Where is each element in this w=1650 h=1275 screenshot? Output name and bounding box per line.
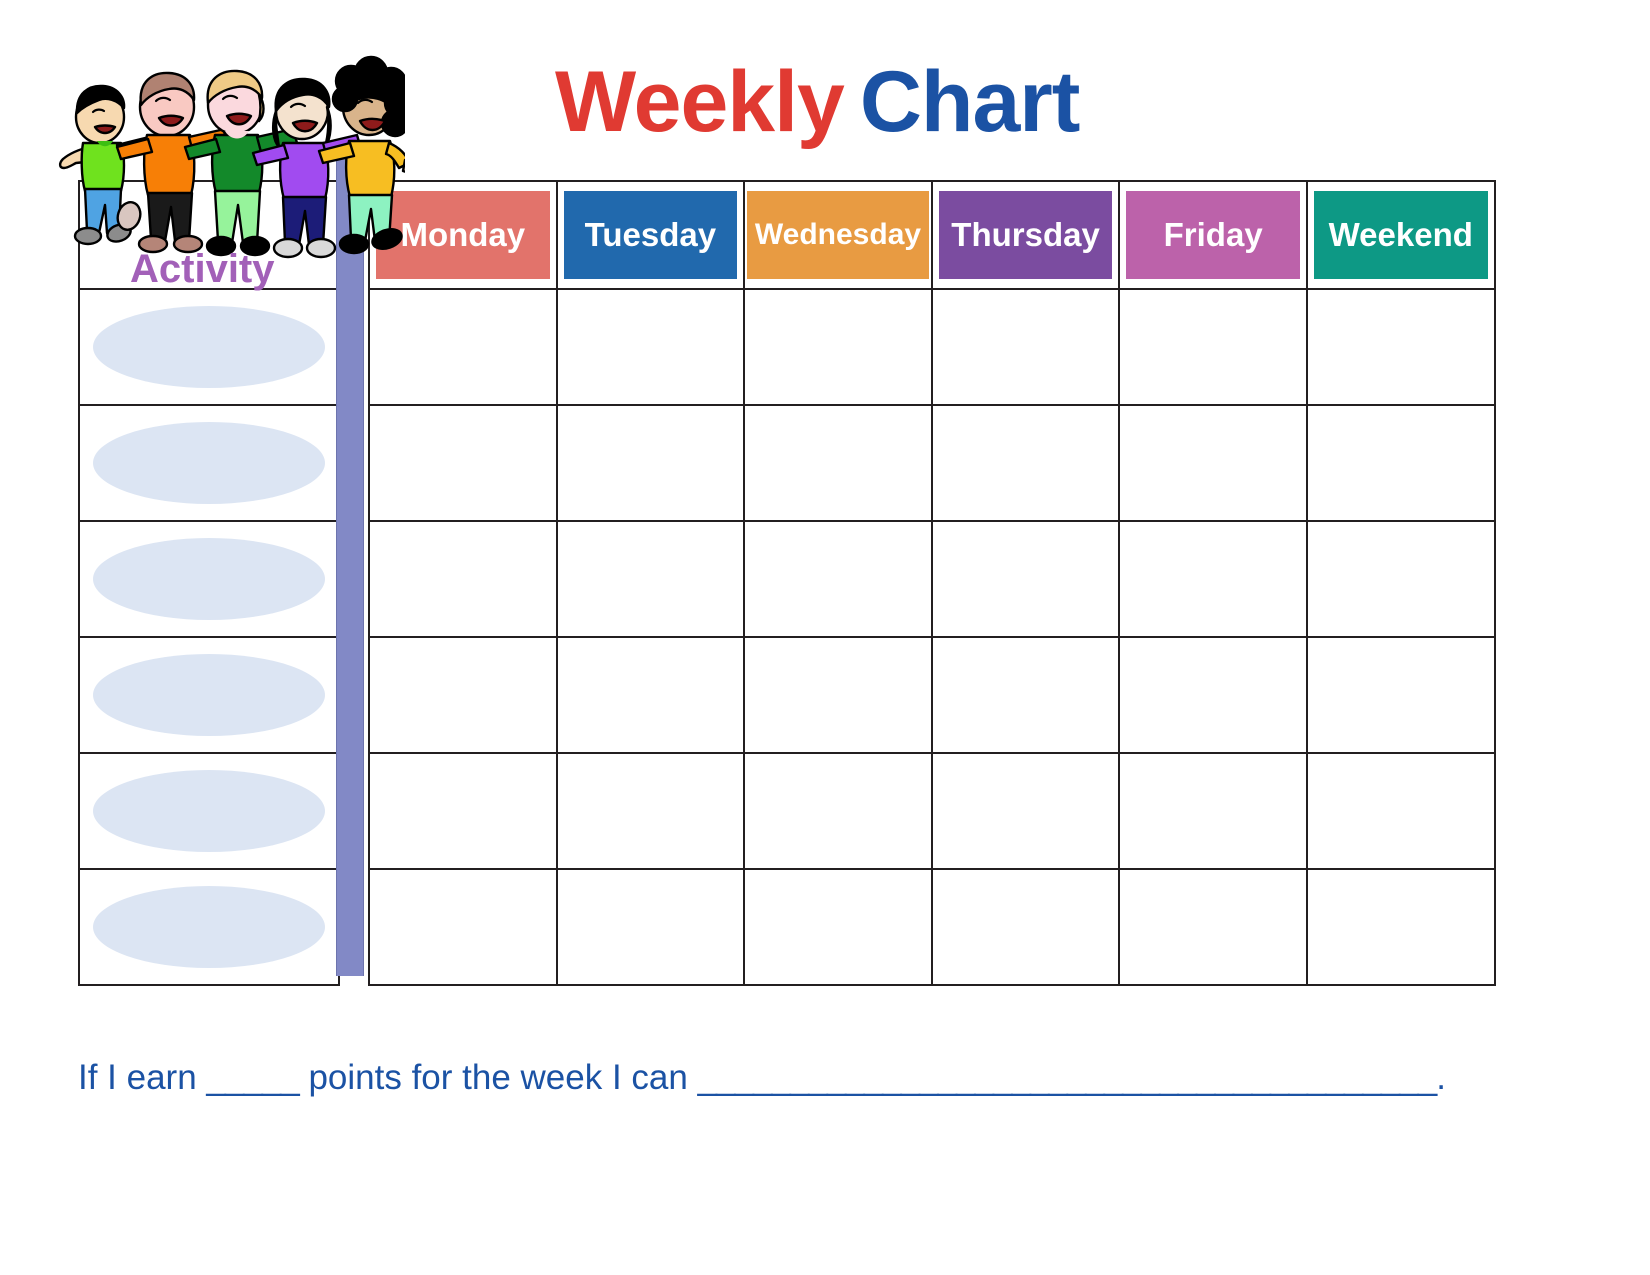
activity-ellipse	[93, 422, 325, 504]
table-header-row: Monday Tuesday Wednesday Thursday Friday…	[78, 180, 1496, 290]
table-row	[78, 404, 1496, 522]
reward-sentence: If I earn _____ points for the week I ca…	[78, 1058, 1578, 1098]
table-row	[78, 752, 1496, 870]
entry-cell-tuesday[interactable]	[555, 404, 746, 522]
entry-cell-wednesday[interactable]	[743, 752, 933, 870]
activity-cell[interactable]	[78, 520, 340, 638]
entry-cell-thursday[interactable]	[930, 520, 1121, 638]
entry-cell-thursday[interactable]	[930, 404, 1121, 522]
entry-cell-wednesday[interactable]	[743, 404, 933, 522]
entry-cell-friday[interactable]	[1118, 520, 1308, 638]
activity-ellipse	[93, 886, 325, 968]
header-cell-wednesday: Wednesday	[743, 180, 933, 290]
activity-cell[interactable]	[78, 288, 340, 406]
entry-cell-wednesday[interactable]	[743, 868, 933, 986]
table-row	[78, 520, 1496, 638]
reward-text-end: .	[1436, 1058, 1446, 1097]
entry-cell-thursday[interactable]	[930, 752, 1121, 870]
table-row	[78, 288, 1496, 406]
table-body	[78, 288, 1496, 986]
entry-cell-thursday[interactable]	[930, 288, 1121, 406]
entry-cell-weekend[interactable]	[1305, 288, 1496, 406]
entry-cell-monday[interactable]	[368, 636, 558, 754]
reward-blank[interactable]: ________________________________________	[698, 1058, 1438, 1097]
day-chip-monday: Monday	[376, 191, 550, 279]
header-cell-thursday: Thursday	[930, 180, 1121, 290]
reward-text-before: If I earn	[78, 1058, 207, 1097]
entry-cell-weekend[interactable]	[1305, 404, 1496, 522]
entry-cell-friday[interactable]	[1118, 404, 1308, 522]
header-cell-weekend: Weekend	[1305, 180, 1496, 290]
entry-cell-weekend[interactable]	[1305, 520, 1496, 638]
entry-cell-friday[interactable]	[1118, 868, 1308, 986]
page-title-weekly: Weekly	[555, 54, 845, 150]
activity-ellipse	[93, 538, 325, 620]
purple-divider-bar	[336, 152, 364, 976]
table-row	[78, 636, 1496, 754]
entry-cell-wednesday[interactable]	[743, 636, 933, 754]
activity-column-header-label: Activity	[130, 247, 275, 291]
header-cell-monday: Monday	[368, 180, 558, 290]
page-title: Weekly Chart	[555, 52, 1175, 157]
entry-cell-monday[interactable]	[368, 868, 558, 986]
entry-cell-friday[interactable]	[1118, 752, 1308, 870]
entry-cell-monday[interactable]	[368, 520, 558, 638]
day-chip-wednesday: Wednesday	[747, 191, 929, 279]
entry-cell-tuesday[interactable]	[555, 288, 746, 406]
entry-cell-friday[interactable]	[1118, 636, 1308, 754]
day-chip-tuesday: Tuesday	[563, 191, 738, 279]
reward-text-middle: points for the week I can	[298, 1058, 698, 1097]
entry-cell-monday[interactable]	[368, 288, 558, 406]
header-cell-friday: Friday	[1118, 180, 1308, 290]
entry-cell-weekend[interactable]	[1305, 636, 1496, 754]
points-blank[interactable]: _____	[206, 1058, 299, 1097]
entry-cell-thursday[interactable]	[930, 636, 1121, 754]
entry-cell-monday[interactable]	[368, 404, 558, 522]
activity-cell[interactable]	[78, 752, 340, 870]
header-cell-tuesday: Tuesday	[555, 180, 746, 290]
entry-cell-tuesday[interactable]	[555, 752, 746, 870]
entry-cell-thursday[interactable]	[930, 868, 1121, 986]
entry-cell-friday[interactable]	[1118, 288, 1308, 406]
day-chip-thursday: Thursday	[938, 191, 1113, 279]
activity-cell[interactable]	[78, 404, 340, 522]
activity-ellipse	[93, 306, 325, 388]
entry-cell-tuesday[interactable]	[555, 636, 746, 754]
weekly-chart-table: Monday Tuesday Wednesday Thursday Friday…	[78, 180, 1496, 986]
activity-cell[interactable]	[78, 636, 340, 754]
day-chip-friday: Friday	[1126, 191, 1300, 279]
entry-cell-wednesday[interactable]	[743, 520, 933, 638]
entry-cell-tuesday[interactable]	[555, 520, 746, 638]
entry-cell-weekend[interactable]	[1305, 868, 1496, 986]
activity-ellipse	[93, 654, 325, 736]
activity-cell[interactable]	[78, 868, 340, 986]
entry-cell-monday[interactable]	[368, 752, 558, 870]
activity-ellipse	[93, 770, 325, 852]
table-row	[78, 868, 1496, 986]
day-chip-weekend: Weekend	[1313, 191, 1488, 279]
entry-cell-tuesday[interactable]	[555, 868, 746, 986]
page-title-chart: Chart	[859, 54, 1081, 150]
entry-cell-wednesday[interactable]	[743, 288, 933, 406]
entry-cell-weekend[interactable]	[1305, 752, 1496, 870]
